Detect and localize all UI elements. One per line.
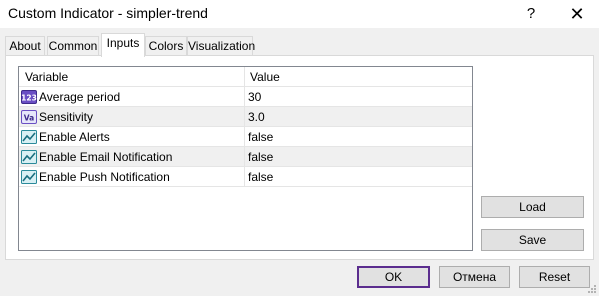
inputs-panel: Variable Value 123 Average period 30 Va … (5, 55, 594, 260)
variable-name: Enable Email Notification (39, 150, 173, 164)
tab-colors[interactable]: Colors (145, 36, 187, 56)
variable-name: Enable Alerts (39, 130, 110, 144)
resize-grip-icon[interactable] (587, 284, 597, 294)
column-header-variable[interactable]: Variable (25, 70, 68, 84)
variable-name: Enable Push Notification (39, 170, 170, 184)
column-divider (244, 127, 245, 147)
column-divider[interactable] (244, 67, 245, 87)
variable-name: Sensitivity (39, 110, 94, 124)
svg-text:123: 123 (21, 94, 37, 103)
variable-value[interactable]: false (248, 130, 273, 144)
column-divider (244, 167, 245, 187)
load-button[interactable]: Load (481, 196, 584, 218)
svg-text:Va: Va (24, 114, 34, 123)
column-divider (244, 107, 245, 127)
tab-about[interactable]: About (5, 36, 45, 56)
tab-common[interactable]: Common (47, 36, 99, 56)
grid-header: Variable Value (19, 67, 472, 87)
table-row[interactable]: Va Sensitivity 3.0 (19, 107, 472, 127)
variable-value[interactable]: false (248, 170, 273, 184)
variable-name: Average period (39, 90, 121, 104)
table-row[interactable]: Enable Email Notification false (19, 147, 472, 167)
title-bar: Custom Indicator - simpler-trend ? ✕ (0, 0, 599, 28)
inputs-grid: Variable Value 123 Average period 30 Va … (18, 66, 473, 251)
variable-value[interactable]: 3.0 (248, 110, 265, 124)
column-divider (244, 147, 245, 167)
save-button[interactable]: Save (481, 229, 584, 251)
variable-value[interactable]: 30 (248, 90, 261, 104)
ok-button[interactable]: OK (357, 266, 430, 288)
column-header-value[interactable]: Value (250, 70, 280, 84)
tab-visualization[interactable]: Visualization (187, 36, 255, 56)
table-row[interactable]: Enable Push Notification false (19, 167, 472, 187)
close-button[interactable]: ✕ (562, 2, 592, 26)
boolean-icon (21, 150, 37, 164)
reset-button[interactable]: Reset (519, 266, 590, 288)
table-row[interactable]: 123 Average period 30 (19, 87, 472, 107)
column-divider (244, 87, 245, 107)
window-title: Custom Indicator - simpler-trend (8, 5, 208, 21)
double-value-icon: Va (21, 110, 37, 124)
cancel-button[interactable]: Отмена (439, 266, 510, 288)
boolean-icon (21, 130, 37, 144)
table-row[interactable]: Enable Alerts false (19, 127, 472, 147)
variable-value[interactable]: false (248, 150, 273, 164)
help-button[interactable]: ? (516, 2, 546, 26)
tab-inputs[interactable]: Inputs (101, 33, 145, 57)
integer-icon: 123 (21, 90, 37, 104)
boolean-icon (21, 170, 37, 184)
